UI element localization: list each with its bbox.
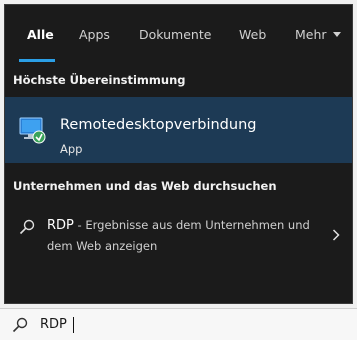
chevron-right-icon[interactable] xyxy=(332,229,340,241)
best-match-subtitle: App xyxy=(60,142,83,156)
web-search-description: - Ergebnisse aus dem Unternehmen und dem… xyxy=(47,218,310,253)
web-section-header: Unternehmen und das Web durchsuchen xyxy=(13,179,277,193)
tab-mehr[interactable]: Mehr xyxy=(295,27,341,42)
filter-tabs: Alle Apps Dokumente Web Mehr xyxy=(5,5,352,65)
web-search-text: RDP - Ergebnisse aus dem Unternehmen und… xyxy=(47,215,317,257)
active-tab-indicator xyxy=(19,59,55,62)
search-icon xyxy=(19,219,35,235)
tab-alle[interactable]: Alle xyxy=(27,27,54,42)
web-search-result[interactable]: RDP - Ergebnisse aus dem Unternehmen und… xyxy=(5,205,352,267)
tab-mehr-label: Mehr xyxy=(295,27,327,42)
chevron-down-icon xyxy=(332,32,341,37)
tab-apps[interactable]: Apps xyxy=(79,27,110,42)
best-match-result[interactable]: Remotedesktopverbindung App xyxy=(5,97,352,163)
best-match-header: Höchste Übereinstimmung xyxy=(13,73,186,87)
search-results-panel: Alle Apps Dokumente Web Mehr Höchste Übe… xyxy=(4,4,353,304)
start-search-window: Alle Apps Dokumente Web Mehr Höchste Übe… xyxy=(0,0,357,340)
text-caret xyxy=(73,317,74,333)
best-match-title: Remotedesktopverbindung xyxy=(60,117,257,133)
search-bar[interactable] xyxy=(0,308,357,340)
remote-desktop-icon xyxy=(19,117,46,144)
search-icon xyxy=(12,317,28,333)
tab-web[interactable]: Web xyxy=(239,27,266,42)
tab-dokumente[interactable]: Dokumente xyxy=(139,27,211,42)
web-search-term: RDP xyxy=(47,218,74,233)
search-input[interactable] xyxy=(40,313,340,335)
